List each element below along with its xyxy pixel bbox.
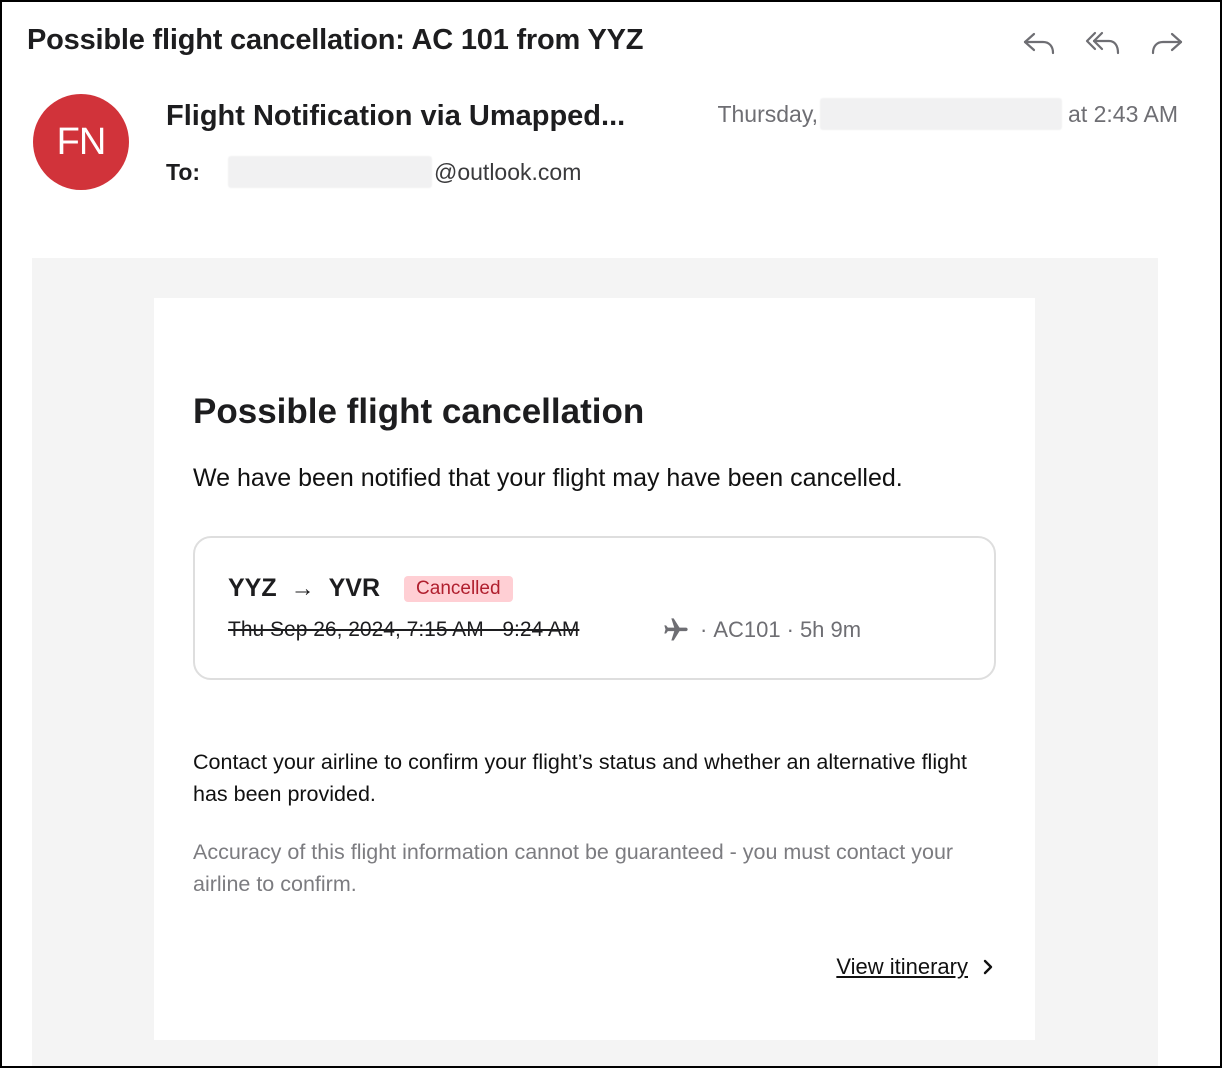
origin-airport: YYZ xyxy=(228,574,277,602)
sender-avatar: FN xyxy=(33,94,129,190)
redacted-date xyxy=(820,98,1063,130)
flight-times: Thu Sep 26, 2024, 7:15 AM - 9:24 AM xyxy=(228,618,580,641)
message-date: Thursday, at 2:43 AM xyxy=(717,98,1178,130)
contact-instructions: Contact your airline to confirm your fli… xyxy=(193,750,967,806)
date-weekday: Thursday, xyxy=(717,100,819,127)
recipient-address[interactable]: @outlook.com xyxy=(434,159,581,186)
message-heading: Possible flight cancellation xyxy=(193,392,645,431)
to-label: To: xyxy=(166,158,201,185)
view-itinerary-link[interactable]: View itinerary xyxy=(836,954,996,980)
flight-duration: 5h 9m xyxy=(799,617,862,642)
reply-all-icon xyxy=(1085,31,1120,55)
accuracy-disclaimer: Accuracy of this flight information cann… xyxy=(193,840,954,896)
forward-button[interactable] xyxy=(1148,24,1186,62)
flight-meta: · AC101 · 5h 9m xyxy=(662,616,861,644)
route-arrow: → xyxy=(290,574,315,602)
recipient-row: To: @outlook.com xyxy=(166,156,581,188)
meta-separator: · xyxy=(786,617,794,642)
cancellation-notice: We have been notified that your flight m… xyxy=(193,464,903,492)
reply-icon xyxy=(1023,32,1055,55)
flight-number: AC101 xyxy=(713,617,781,642)
view-itinerary-label: View itinerary xyxy=(836,954,968,979)
reply-all-button[interactable] xyxy=(1084,24,1122,62)
status-badge: Cancelled xyxy=(404,575,513,602)
email-window: Possible flight cancellation: AC 101 fro… xyxy=(0,0,1222,1068)
email-body: Possible flight cancellation We have bee… xyxy=(32,258,1158,1066)
chevron-right-icon xyxy=(983,959,993,975)
message-card: Possible flight cancellation We have bee… xyxy=(154,298,1035,1040)
redacted-recipient xyxy=(228,156,432,188)
message-actions xyxy=(1020,24,1186,62)
forward-icon xyxy=(1151,32,1183,55)
sender-name[interactable]: Flight Notification via Umapped... xyxy=(166,100,625,133)
meta-separator: · xyxy=(700,617,708,642)
destination-airport: YVR xyxy=(328,574,381,602)
reply-button[interactable] xyxy=(1020,24,1058,62)
flight-card: YYZ → YVR Cancelled Thu Sep 26, 2024, 7:… xyxy=(193,536,996,680)
airplane-icon xyxy=(664,618,688,641)
email-subject: Possible flight cancellation: AC 101 fro… xyxy=(27,24,644,56)
date-time: at 2:43 AM xyxy=(1068,100,1178,127)
flight-route: YYZ → YVR Cancelled xyxy=(228,574,513,603)
